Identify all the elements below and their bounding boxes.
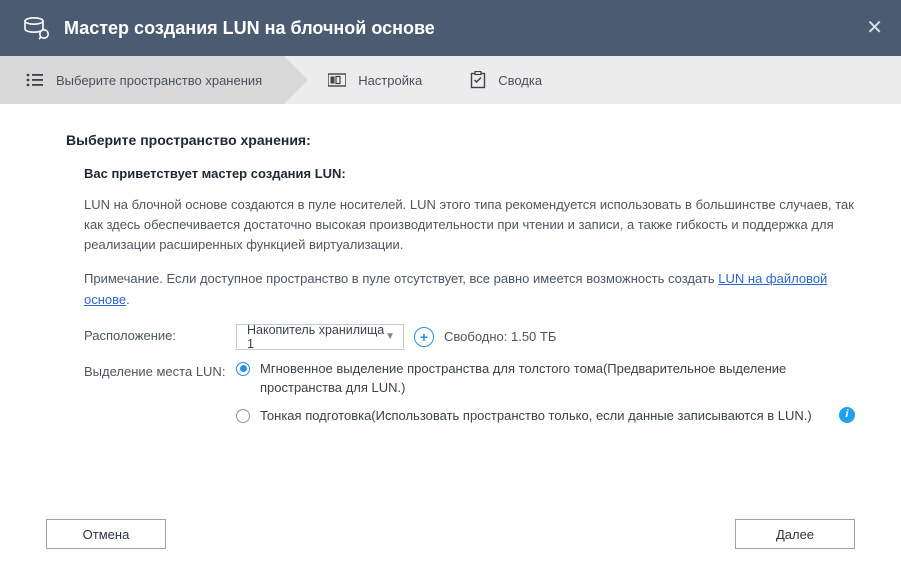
close-icon[interactable]: ✕ [866,18,883,38]
add-storage-button[interactable]: + [414,327,434,347]
titlebar: Мастер создания LUN на блочной основе ✕ [0,0,901,56]
step-configure-label: Настройка [358,73,422,88]
free-space-label: Свободно: 1.50 ТБ [444,329,556,344]
step-summary-label: Сводка [498,73,542,88]
page-subheading: Вас приветствует мастер создания LUN: [84,166,855,181]
allocation-label: Выделение места LUN: [84,360,236,379]
location-label: Расположение: [84,324,236,343]
step-storage-label: Выберите пространство хранения [56,73,262,88]
allocation-row: Выделение места LUN: Мгновенное выделени… [84,360,855,427]
radio-thin-label: Тонкая подготовка(Использовать пространс… [260,407,825,426]
step-storage[interactable]: Выберите пространство хранения [0,56,284,104]
clipboard-icon [470,71,486,89]
next-button[interactable]: Далее [735,519,855,549]
chevron-down-icon: ▼ [385,331,395,342]
lun-wizard-icon [24,16,50,40]
step-configure[interactable]: Настройка [284,56,444,104]
radio-icon [236,362,250,376]
sliders-icon [328,73,346,87]
footer: Отмена Далее [0,498,901,570]
radio-thick-provisioning[interactable]: Мгновенное выделение пространства для то… [236,360,855,398]
content-area: Выберите пространство хранения: Вас прив… [0,104,901,498]
step-summary[interactable]: Сводка [444,56,564,104]
radio-thick-label: Мгновенное выделение пространства для то… [260,360,855,398]
description-text: LUN на блочной основе создаются в пуле н… [84,195,855,255]
page-heading: Выберите пространство хранения: [66,132,855,148]
note-text: Примечание. Если доступное пространство … [84,269,855,309]
location-select[interactable]: Накопитель хранилища 1 ▼ [236,324,404,350]
radio-icon [236,409,250,423]
window-title: Мастер создания LUN на блочной основе [64,18,435,39]
cancel-button[interactable]: Отмена [46,519,166,549]
location-row: Расположение: Накопитель хранилища 1 ▼ +… [84,324,855,350]
location-select-value: Накопитель хранилища 1 [247,323,385,351]
radio-thin-provisioning[interactable]: Тонкая подготовка(Использовать пространс… [236,407,855,426]
info-icon[interactable]: i [839,407,855,423]
wizard-steps: Выберите пространство хранения Настройка… [0,56,901,104]
list-icon [26,73,44,87]
